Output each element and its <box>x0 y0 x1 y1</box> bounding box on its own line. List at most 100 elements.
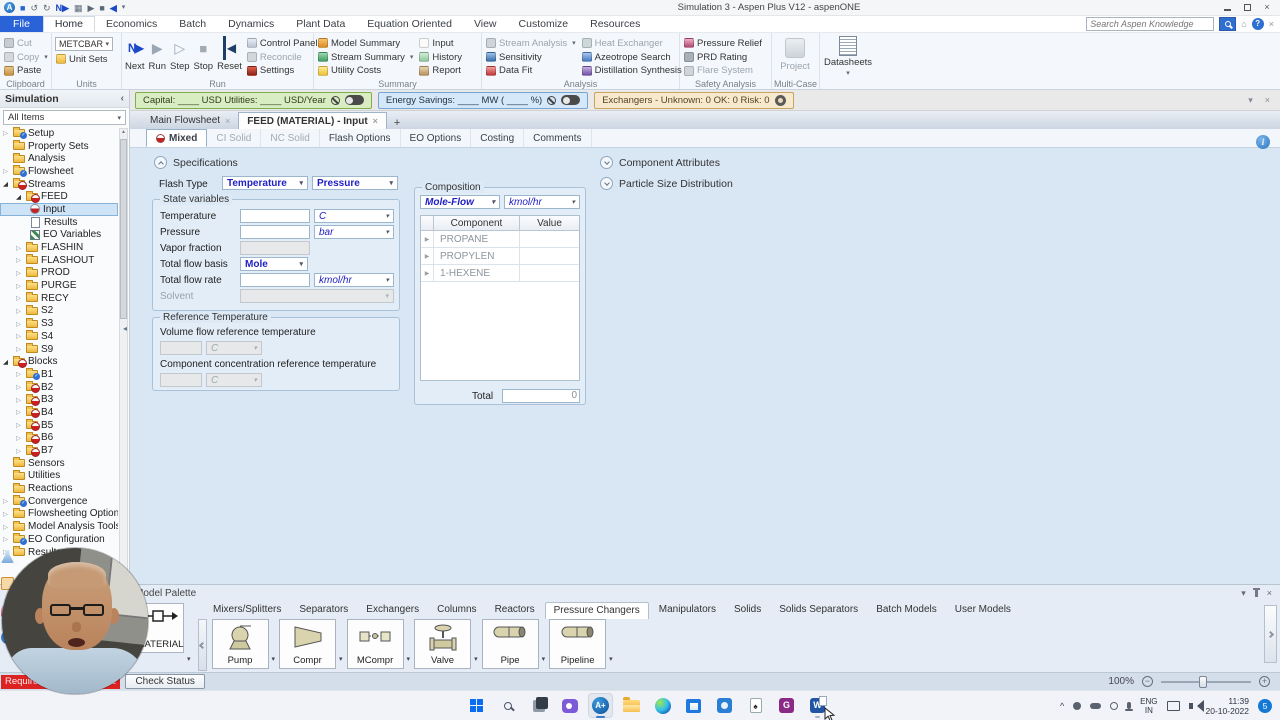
edge-button[interactable] <box>650 693 675 718</box>
tab-mixed[interactable]: Mixed <box>146 129 208 147</box>
tab-costing[interactable]: Costing <box>471 129 525 147</box>
palette-tab-mixers[interactable]: Mixers/Splitters <box>205 602 289 619</box>
speaker-icon[interactable] <box>1188 699 1204 712</box>
sensitivity-button[interactable]: Sensitivity <box>485 51 577 64</box>
expand-icon[interactable] <box>16 421 25 429</box>
language-indicator[interactable]: ENG IN <box>1140 697 1157 715</box>
microsoft-store-button[interactable] <box>681 693 706 718</box>
total-flow-basis-dropdown[interactable]: Mole <box>240 257 308 271</box>
project-button[interactable]: Project <box>775 35 815 77</box>
notification-badge[interactable]: 5 <box>1258 698 1272 713</box>
energy-toggle[interactable] <box>561 95 581 105</box>
run-button[interactable]: Run <box>149 35 166 77</box>
zoom-slider[interactable] <box>1161 675 1251 688</box>
total-flow-rate-input[interactable] <box>240 273 310 287</box>
palette-tab-exchangers[interactable]: Exchangers <box>358 602 427 619</box>
composition-row-propylen[interactable]: ▶ PROPYLEN <box>421 248 579 265</box>
tree-item-flashout[interactable]: FLASHOUT <box>0 254 118 267</box>
palette-tab-solids-separators[interactable]: Solids Separators <box>771 602 866 619</box>
tab-main-flowsheet[interactable]: Main Flowsheet × <box>142 112 238 129</box>
qat-dropdown-icon[interactable]: ▾ <box>122 2 126 14</box>
flash-type-2-dropdown[interactable]: Pressure <box>312 176 398 190</box>
chat-button[interactable] <box>557 693 582 718</box>
tab-nc-solid[interactable]: NC Solid <box>261 129 320 147</box>
tab-flash-options[interactable]: Flash Options <box>320 129 401 147</box>
tree-item-b1[interactable]: B1 <box>0 368 118 381</box>
tab-comments[interactable]: Comments <box>524 129 592 147</box>
task-view-button[interactable] <box>526 693 551 718</box>
collapse-icon[interactable] <box>16 193 25 201</box>
disable-energy-icon[interactable] <box>547 95 557 105</box>
tree-item-blocks[interactable]: Blocks <box>0 355 118 368</box>
tree-item-b6[interactable]: B6 <box>0 431 118 445</box>
stop-quick-icon[interactable]: ■ <box>99 2 104 14</box>
input-button[interactable]: Input <box>418 37 463 50</box>
tree-item-feed-eo-variables[interactable]: EO Variables <box>0 229 118 242</box>
word-button[interactable]: W <box>805 693 835 720</box>
flash-type-1-dropdown[interactable]: Temperature <box>222 176 308 190</box>
tree-item-property-sets[interactable]: Property Sets <box>0 140 118 153</box>
tree-item-feed-input[interactable]: Input <box>0 203 118 216</box>
tree-item-eo-configuration[interactable]: EO Configuration <box>0 533 118 546</box>
tab-equation-oriented[interactable]: Equation Oriented <box>356 16 463 32</box>
economics-toggle[interactable] <box>344 95 364 105</box>
tab-view[interactable]: View <box>463 16 508 32</box>
zoom-out-icon[interactable]: − <box>1142 676 1153 687</box>
expand-icon[interactable] <box>3 497 12 505</box>
expand-icon[interactable] <box>16 396 25 404</box>
value-cell[interactable] <box>520 265 579 281</box>
expand-icon[interactable] <box>3 167 12 175</box>
expand-icon[interactable] <box>3 535 12 543</box>
collapse-pane-icon[interactable]: ‹ <box>121 93 124 104</box>
scrollbar-thumb[interactable] <box>120 139 127 319</box>
expand-icon[interactable] <box>16 256 25 264</box>
energy-bar-collapse-icon[interactable]: ▾ <box>1248 95 1253 106</box>
close-button[interactable]: × <box>1258 1 1276 14</box>
home-icon[interactable]: ⌂ <box>1241 19 1246 29</box>
expand-icon[interactable] <box>16 282 25 290</box>
undo-icon[interactable]: ↺ <box>30 2 38 14</box>
tree-item-prod[interactable]: PROD <box>0 266 118 280</box>
palette-tab-pressure-changers[interactable]: Pressure Changers <box>544 602 649 619</box>
unit-sets-button[interactable]: Unit Sets <box>55 52 113 66</box>
pressure-unit-dropdown[interactable]: bar <box>314 225 394 239</box>
row-selector-icon[interactable]: ▶ <box>421 248 434 264</box>
tree-item-sensors[interactable]: Sensors <box>0 457 118 470</box>
expand-icon[interactable] <box>3 129 12 137</box>
control-panel-button[interactable]: Control Panel <box>246 37 319 50</box>
report-button[interactable]: Report <box>418 64 463 77</box>
expand-icon[interactable] <box>16 434 25 442</box>
tree-item-purge[interactable]: PURGE <box>0 279 118 292</box>
save-icon[interactable]: ■ <box>20 2 25 14</box>
palette-tab-solids[interactable]: Solids <box>726 602 769 619</box>
row-selector-icon[interactable]: ▶ <box>421 231 434 247</box>
tree-item-flashin[interactable]: FLASHIN <box>0 241 118 254</box>
expand-section-icon[interactable] <box>600 156 613 169</box>
help-icon[interactable]: ? <box>1251 18 1264 30</box>
file-explorer-button[interactable] <box>619 693 644 718</box>
properties-mode-icon[interactable] <box>1 550 14 563</box>
palette-tab-columns[interactable]: Columns <box>429 602 484 619</box>
tree-item-reactions[interactable]: Reactions <box>0 482 118 495</box>
tree-item-model-analysis-tools[interactable]: Model Analysis Tools <box>0 520 118 533</box>
expand-icon[interactable] <box>16 320 25 328</box>
expand-icon[interactable] <box>16 294 25 302</box>
azeotrope-search-button[interactable]: Azeotrope Search <box>581 51 683 64</box>
compr-dropdown-icon[interactable]: ▾ <box>339 655 343 663</box>
palette-tab-manipulators[interactable]: Manipulators <box>651 602 724 619</box>
distillation-synthesis-button[interactable]: Distillation Synthesis <box>581 64 683 77</box>
expand-icon[interactable] <box>16 447 25 455</box>
paste-button[interactable]: Paste <box>3 64 49 77</box>
value-cell[interactable] <box>520 231 579 247</box>
zoom-in-icon[interactable]: + <box>1259 676 1270 687</box>
exchangers-gear-icon[interactable] <box>774 94 786 106</box>
expand-icon[interactable] <box>16 269 25 277</box>
collapse-section-icon[interactable] <box>154 156 167 169</box>
flare-system-button[interactable]: Flare System <box>683 64 763 77</box>
new-tab-button[interactable]: + <box>387 117 407 129</box>
onedrive-icon[interactable] <box>1090 702 1102 709</box>
run-quick-icon[interactable]: ▶ <box>87 2 94 14</box>
pressure-relief-button[interactable]: Pressure Relief <box>683 37 763 50</box>
close-tab-icon[interactable]: × <box>225 116 230 126</box>
expand-icon[interactable] <box>16 244 25 252</box>
